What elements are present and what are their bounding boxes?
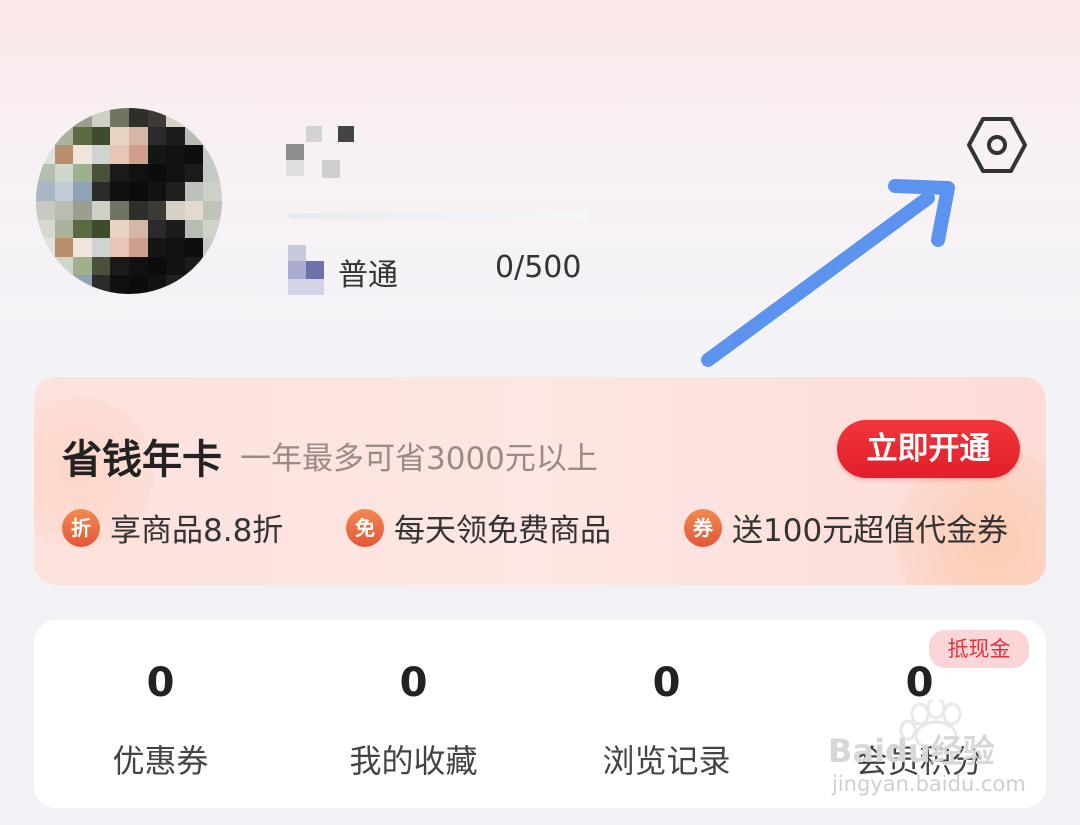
card-subtitle: 一年最多可省3000元以上: [240, 441, 598, 477]
perk-voucher: 券 送100元超值代金券: [684, 505, 1008, 550]
perk-text: 送100元超值代金券: [732, 513, 1009, 549]
growth-points: 0/500: [495, 250, 582, 285]
stat-label: 我的收藏: [349, 742, 478, 780]
voucher-icon: 券: [684, 508, 722, 547]
annual-savings-card[interactable]: 省钱年卡 一年最多可省3000元以上 立即开通 折 享商品8.8折 免 每天领免…: [34, 377, 1046, 585]
stat-label: 浏览记录: [602, 742, 731, 780]
hexagon-settings-icon[interactable]: [966, 114, 1028, 176]
discount-icon: 折: [62, 508, 100, 547]
open-now-button[interactable]: 立即开通: [837, 420, 1020, 478]
member-level-label: 普通: [338, 258, 398, 293]
stat-favorites[interactable]: 0 我的收藏: [287, 620, 540, 808]
stat-history[interactable]: 0 浏览记录: [540, 620, 793, 808]
perk-discount: 折 享商品8.8折: [62, 505, 283, 550]
username-mosaic: [286, 126, 366, 180]
watermark-text: Baidu经验: [828, 732, 995, 770]
stat-value: 0: [146, 660, 175, 706]
avatar[interactable]: [36, 108, 222, 294]
perk-text: 享商品8.8折: [110, 513, 284, 549]
stat-value: 0: [652, 660, 681, 706]
stat-value: 0: [399, 660, 428, 706]
stat-coupons[interactable]: 0 优惠券: [34, 620, 287, 808]
card-title: 省钱年卡: [62, 437, 222, 483]
cash-deduction-badge: 抵现金: [929, 630, 1029, 668]
annotation-arrow-icon: [701, 179, 955, 367]
name-underline: [288, 213, 588, 219]
perk-text: 每天领免费商品: [394, 513, 611, 549]
stat-label: 优惠券: [112, 742, 209, 780]
watermark-url: jingyan.baidu.com: [832, 772, 1026, 796]
level-badge-icon: [288, 245, 324, 295]
free-icon: 免: [346, 508, 384, 547]
perk-free-goods: 免 每天领免费商品: [346, 505, 611, 550]
